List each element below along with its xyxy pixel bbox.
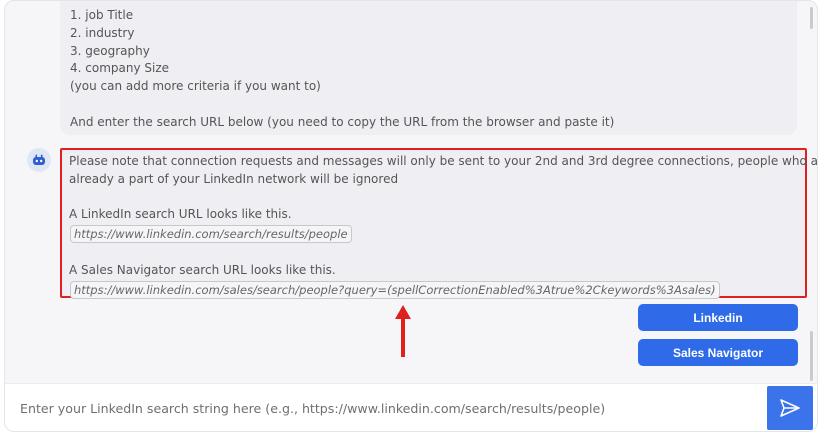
- search-string-input[interactable]: [5, 384, 767, 431]
- note-line-1: Please note that connection requests and…: [69, 154, 818, 168]
- message-line: And enter the search URL below (you need…: [70, 114, 615, 129]
- salesnav-url-example: https://www.linkedin.com/sales/search/pe…: [70, 280, 720, 299]
- send-button[interactable]: [767, 386, 813, 430]
- linkedin-button[interactable]: Linkedin: [638, 304, 798, 331]
- salesnav-url-caption: A Sales Navigator search URL looks like …: [69, 262, 336, 277]
- chat-window: 1. job Title 2. industry 3. geography 4.…: [4, 0, 818, 432]
- message-line: 1. job Title: [70, 8, 134, 22]
- sales-navigator-button[interactable]: Sales Navigator: [638, 339, 798, 366]
- message-line: 2. industry: [70, 25, 135, 40]
- linkedin-url-caption: A LinkedIn search URL looks like this.: [69, 207, 292, 222]
- previous-message-bubble: 1. job Title 2. industry 3. geography 4.…: [60, 1, 797, 135]
- message-input-bar: [5, 383, 817, 431]
- message-line: 4. company Size: [70, 61, 170, 76]
- scrollbar-thumb-secondary[interactable]: [810, 331, 813, 381]
- scrollbar-thumb[interactable]: [810, 7, 813, 29]
- note-line-2: already a part of your LinkedIn network …: [69, 171, 399, 186]
- message-line: (you can add more criteria if you want t…: [70, 79, 321, 94]
- annotation-arrow-icon: [395, 305, 411, 357]
- current-message-bubble: Please note that connection requests and…: [60, 148, 818, 299]
- bot-avatar: [27, 148, 51, 172]
- message-line: 3. geography: [70, 43, 150, 58]
- send-icon: [780, 399, 800, 417]
- bot-icon: [33, 154, 45, 165]
- linkedin-url-example: https://www.linkedin.com/search/results/…: [70, 225, 352, 244]
